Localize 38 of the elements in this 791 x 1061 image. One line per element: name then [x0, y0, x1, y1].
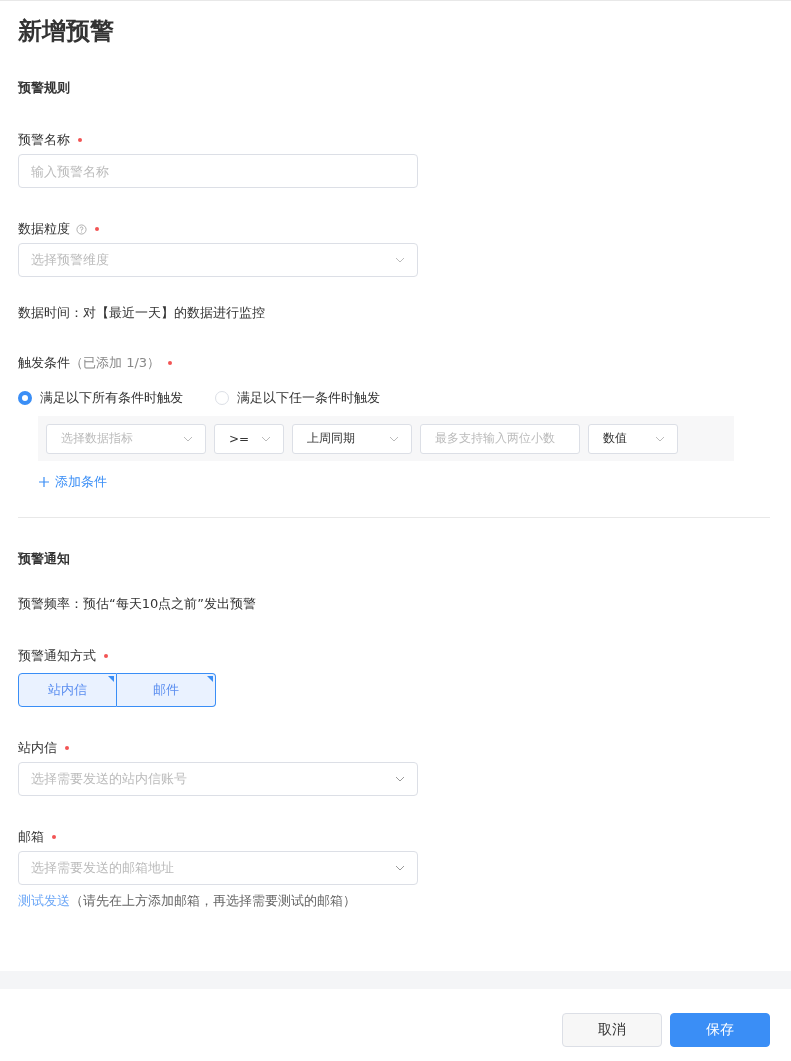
chevron-down-icon [395, 257, 405, 263]
field-label: 触发条件（已添加 1/3） [18, 354, 161, 372]
chevron-down-icon [395, 865, 405, 871]
method-toggle-button[interactable]: 邮件 [117, 673, 216, 707]
help-icon[interactable] [76, 223, 87, 235]
select-field[interactable]: 选择需要发送的邮箱地址 [18, 851, 418, 885]
section-heading: 预警通知 [18, 550, 71, 568]
chevron-down-icon [183, 435, 193, 442]
radio-option[interactable]: 满足以下所有条件时触发 [18, 389, 183, 407]
select-field[interactable]: 选择需要发送的站内信账号 [18, 762, 418, 796]
chevron-down-icon [261, 435, 271, 442]
test-send-link[interactable]: 测试发送 [18, 893, 70, 908]
chevron-down-icon [389, 435, 399, 442]
save-button[interactable]: 保存 [670, 1013, 770, 1047]
radio-option[interactable]: 满足以下任一条件时触发 [215, 389, 380, 407]
data-time-text: 数据时间：对【最近一天】的数据进行监控 [18, 304, 266, 322]
cancel-button[interactable]: 取消 [562, 1013, 662, 1047]
chevron-down-icon [395, 776, 405, 782]
field-label: 站内信 [18, 739, 57, 757]
select-field[interactable]: 选择数据指标 [46, 423, 206, 454]
chevron-down-icon [655, 435, 665, 442]
field-label: 预警名称 [18, 131, 70, 149]
field-label: 邮箱 [18, 828, 44, 846]
select-field[interactable]: >= [214, 423, 284, 454]
plus-icon [39, 477, 49, 487]
add-condition-link[interactable]: 添加条件 [39, 473, 107, 491]
select-field[interactable]: 上周同期 [292, 423, 412, 454]
frequency-text: 预警频率：预估“每天10点之前”发出预警 [18, 595, 257, 613]
input-field[interactable]: 最多支持输入两位小数 [420, 423, 580, 454]
test-note: （请先在上方添加邮箱，再选择需要测试的邮箱） [70, 893, 356, 908]
page-title: 新增预警 [18, 16, 115, 47]
field-label: 数据粒度 [18, 220, 70, 238]
method-toggle-button[interactable]: 站内信 [18, 673, 117, 707]
input-field[interactable]: 输入预警名称 [18, 154, 418, 188]
section-heading: 预警规则 [18, 79, 71, 97]
select-field[interactable]: 数值 [588, 423, 678, 454]
field-label: 预警通知方式 [18, 647, 96, 665]
select-field[interactable]: 选择预警维度 [18, 243, 418, 277]
